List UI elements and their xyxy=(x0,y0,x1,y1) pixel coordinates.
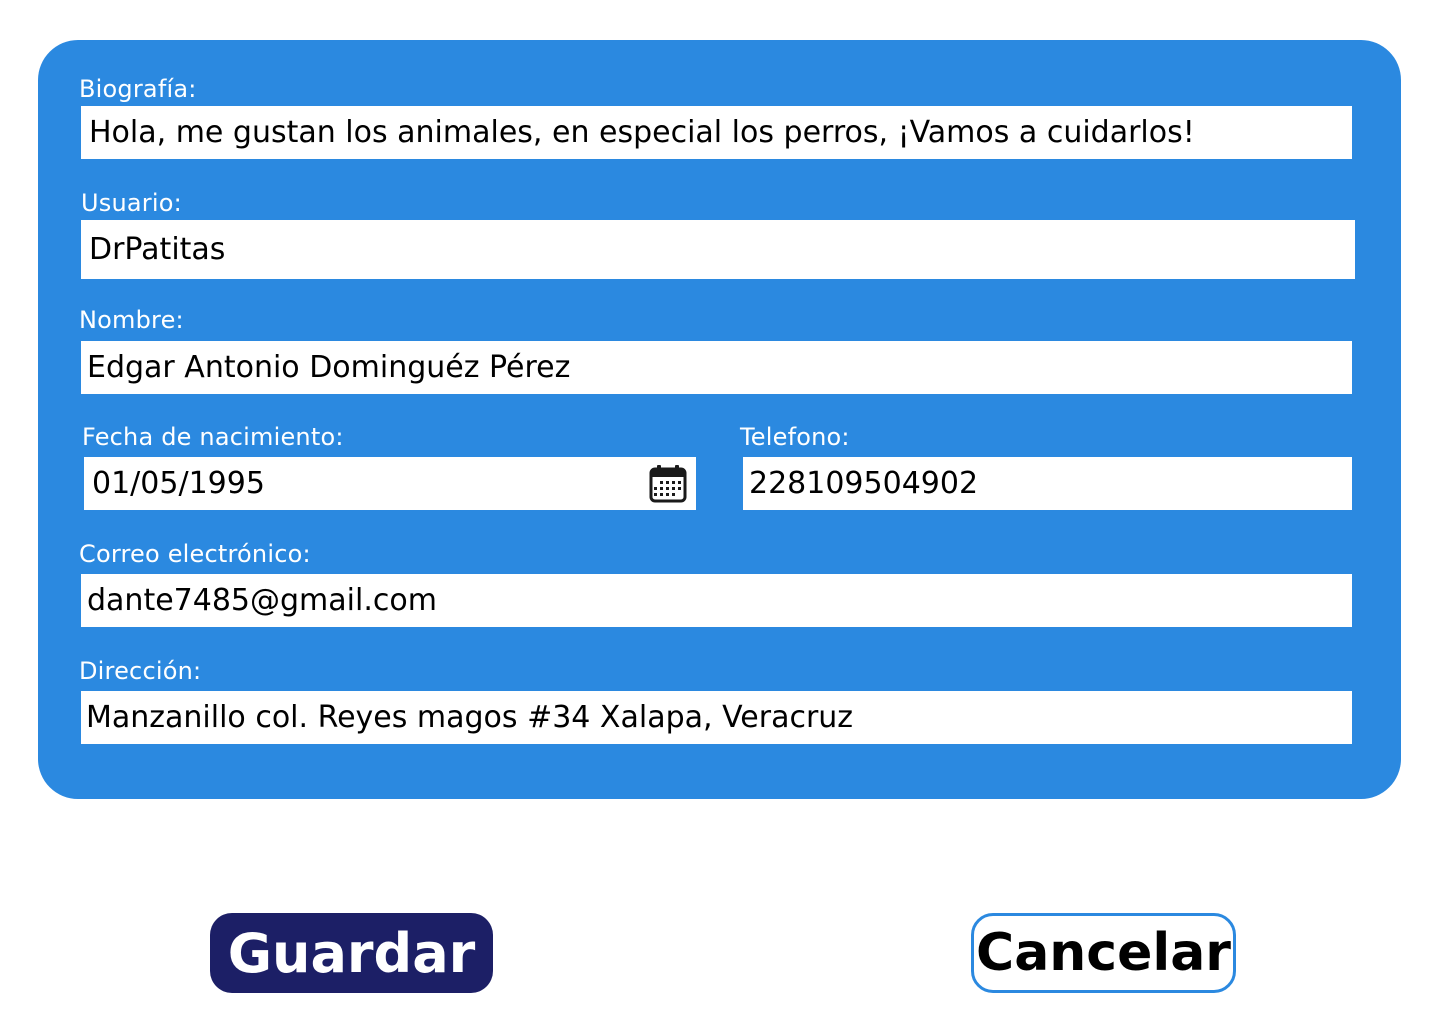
cancel-button[interactable]: Cancelar xyxy=(971,913,1236,993)
email-label: Correo electrónico: xyxy=(79,540,311,568)
bio-label: Biografía: xyxy=(79,75,197,103)
bio-input[interactable] xyxy=(89,115,1344,150)
name-field-box xyxy=(81,341,1352,394)
calendar-icon[interactable] xyxy=(648,464,688,504)
profile-form-panel: Biografía: Usuario: Nombre: Fecha de nac… xyxy=(38,40,1401,799)
phone-input[interactable] xyxy=(749,466,1344,501)
name-label: Nombre: xyxy=(79,306,184,334)
phone-field-box xyxy=(743,457,1352,510)
save-button[interactable]: Guardar xyxy=(210,913,493,993)
name-input[interactable] xyxy=(87,350,1344,385)
profile-edit-page: Biografía: Usuario: Nombre: Fecha de nac… xyxy=(0,0,1440,1024)
address-field-box xyxy=(81,691,1352,744)
birthdate-input[interactable] xyxy=(92,466,636,501)
user-input[interactable] xyxy=(89,232,1347,267)
address-label: Dirección: xyxy=(79,657,202,685)
email-field-box xyxy=(81,574,1352,627)
address-input[interactable] xyxy=(86,700,1344,735)
user-label: Usuario: xyxy=(81,189,182,217)
user-field-box xyxy=(81,220,1355,279)
bio-field-box xyxy=(81,106,1352,159)
birthdate-field-box xyxy=(84,457,696,510)
birthdate-label: Fecha de nacimiento: xyxy=(82,423,344,451)
phone-label: Telefono: xyxy=(740,423,850,451)
email-input[interactable] xyxy=(87,583,1344,618)
